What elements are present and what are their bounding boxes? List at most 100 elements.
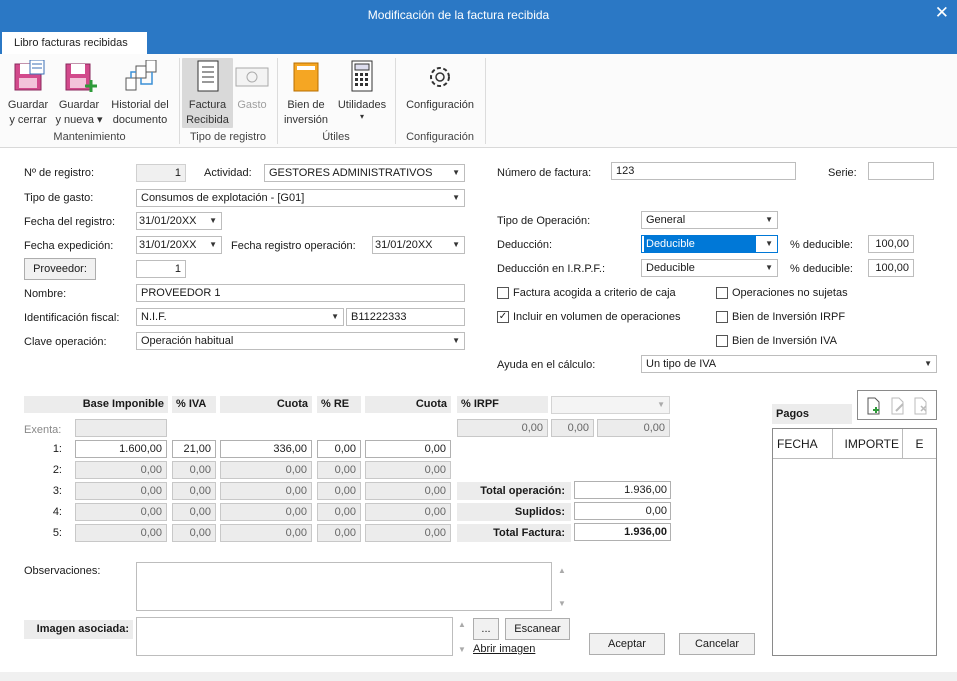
cell-iva[interactable]: 0,00 <box>172 503 216 521</box>
save-close-button[interactable]: Guardar y cerrar <box>4 58 52 128</box>
irpf-pct-field[interactable]: 0,00 <box>551 419 594 437</box>
delete-document-icon[interactable] <box>913 397 929 415</box>
deduccion-select[interactable]: Deducible ▼ <box>641 235 778 253</box>
deduccion-irpf-pct-field[interactable]: 100,00 <box>868 259 914 277</box>
irpf-base-field[interactable]: 0,00 <box>457 419 548 437</box>
no-sujetas-checkbox[interactable] <box>716 287 728 299</box>
deduccion-pct-field[interactable]: 100,00 <box>868 235 914 253</box>
nombre-field[interactable]: PROVEEDOR 1 <box>136 284 465 302</box>
new-document-icon[interactable] <box>866 397 882 415</box>
suplidos-field[interactable]: 0,00 <box>574 502 671 520</box>
dropdown-arrow-icon: ▼ <box>331 312 339 321</box>
clave-operacion-select[interactable]: Operación habitual ▼ <box>136 332 465 350</box>
scroll-down-icon[interactable]: ▼ <box>458 645 466 654</box>
fecha-expedicion-field[interactable]: 31/01/20XX ▼ <box>136 236 222 254</box>
total-factura-label: Total Factura: <box>457 524 571 542</box>
cell-cuota[interactable]: 0,00 <box>220 524 312 542</box>
incluir-volumen-label: Incluir en volumen de operaciones <box>513 311 681 323</box>
pagos-col-importe[interactable]: IMPORTE <box>833 429 903 459</box>
invoice-icon <box>197 60 218 92</box>
cell-re[interactable]: 0,00 <box>317 524 361 542</box>
total-operacion-field[interactable]: 1.936,00 <box>574 481 671 499</box>
utilidades-button[interactable]: Utilidades ▾ <box>334 58 390 121</box>
scroll-up-icon[interactable]: ▲ <box>558 566 566 575</box>
history-button[interactable]: Historial del documento <box>106 58 174 128</box>
bien-iva-checkbox[interactable] <box>716 335 728 347</box>
scroll-down-icon[interactable]: ▼ <box>558 599 566 608</box>
bien-inversion-button[interactable]: Bien de inversión <box>282 58 330 128</box>
cell-re[interactable]: 0,00 <box>317 461 361 479</box>
proveedor-button[interactable]: Proveedor: <box>24 258 96 280</box>
browse-button[interactable]: ... <box>473 618 499 640</box>
fecha-registro-field[interactable]: 31/01/20XX ▼ <box>136 212 222 230</box>
status-strip <box>0 672 957 681</box>
tipo-operacion-select[interactable]: General ▼ <box>641 211 778 229</box>
cell-cuota-re[interactable]: 0,00 <box>365 503 451 521</box>
bien-irpf-checkbox[interactable] <box>716 311 728 323</box>
observaciones-field[interactable] <box>136 562 552 611</box>
imagen-scrollbar[interactable]: ▲ ▼ <box>454 617 470 656</box>
escanear-button[interactable]: Escanear <box>505 618 570 640</box>
proveedor-field[interactable]: 1 <box>136 260 186 278</box>
pagos-table[interactable]: FECHA IMPORTE E <box>772 428 937 656</box>
exenta-field[interactable] <box>75 419 167 437</box>
deduccion-irpf-select[interactable]: Deducible ▼ <box>641 259 778 277</box>
cell-cuota[interactable]: 0,00 <box>220 461 312 479</box>
cell-cuota-re[interactable]: 0,00 <box>365 524 451 542</box>
cell-iva[interactable]: 21,00 <box>172 440 216 458</box>
cell-iva[interactable]: 0,00 <box>172 524 216 542</box>
tab-libro-facturas[interactable]: Libro facturas recibidas <box>2 32 147 54</box>
criterio-caja-label: Factura acogida a criterio de caja <box>513 287 676 299</box>
fecha-registro-operacion-field[interactable]: 31/01/20XX ▼ <box>372 236 465 254</box>
cell-iva[interactable]: 0,00 <box>172 461 216 479</box>
incluir-volumen-checkbox[interactable]: ✓ <box>497 311 509 323</box>
cell-re[interactable]: 0,00 <box>317 482 361 500</box>
header-base: Base Imponible <box>24 396 168 413</box>
pagos-col-e[interactable]: E <box>903 429 936 459</box>
cell-iva[interactable]: 0,00 <box>172 482 216 500</box>
dropdown-arrow-icon: ▼ <box>209 240 217 249</box>
scroll-up-icon[interactable]: ▲ <box>458 620 466 629</box>
factura-recibida-button[interactable]: Factura Recibida <box>182 58 233 128</box>
cell-cuota-re[interactable]: 0,00 <box>365 461 451 479</box>
actividad-select[interactable]: GESTORES ADMINISTRATIVOS ▼ <box>264 164 465 182</box>
irpf-select[interactable]: ▼ <box>551 396 670 414</box>
total-factura-field[interactable]: 1.936,00 <box>574 523 671 541</box>
cell-re[interactable]: 0,00 <box>317 440 361 458</box>
cell-cuota[interactable]: 0,00 <box>220 482 312 500</box>
cell-cuota-re[interactable]: 0,00 <box>365 482 451 500</box>
serie-field[interactable] <box>868 162 934 180</box>
imagen-field[interactable] <box>136 617 453 656</box>
cell-cuota[interactable]: 336,00 <box>220 440 312 458</box>
cell-cuota-re[interactable]: 0,00 <box>365 440 451 458</box>
cell-base[interactable]: 0,00 <box>75 461 167 479</box>
actividad-value: GESTORES ADMINISTRATIVOS <box>269 167 433 179</box>
gasto-button[interactable]: Gasto <box>234 58 270 113</box>
configuracion-button[interactable]: Configuración <box>400 58 480 113</box>
criterio-caja-checkbox[interactable] <box>497 287 509 299</box>
cell-cuota[interactable]: 0,00 <box>220 503 312 521</box>
cell-base[interactable]: 0,00 <box>75 524 167 542</box>
edit-document-icon[interactable] <box>890 397 906 415</box>
dropdown-arrow-icon: ▼ <box>924 359 932 368</box>
aceptar-button[interactable]: Aceptar <box>589 633 665 655</box>
abrir-imagen-link[interactable]: Abrir imagen <box>473 643 535 655</box>
numero-factura-field[interactable]: 123 <box>611 162 796 180</box>
cell-re[interactable]: 0,00 <box>317 503 361 521</box>
pagos-col-fecha[interactable]: FECHA <box>773 429 833 459</box>
ayuda-calculo-select[interactable]: Un tipo de IVA ▼ <box>641 355 937 373</box>
cancelar-button[interactable]: Cancelar <box>679 633 755 655</box>
irpf-cuota-field[interactable]: 0,00 <box>597 419 670 437</box>
identificacion-type-select[interactable]: N.I.F. ▼ <box>136 308 344 326</box>
tipo-gasto-select[interactable]: Consumos de explotación - [G01] ▼ <box>136 189 465 207</box>
save-new-button[interactable]: Guardar y nueva ▾ <box>55 58 103 128</box>
cell-base[interactable]: 0,00 <box>75 503 167 521</box>
identificacion-field[interactable]: B11222333 <box>346 308 465 326</box>
clave-operacion-value: Operación habitual <box>141 335 234 347</box>
cell-base[interactable]: 0,00 <box>75 482 167 500</box>
observaciones-scrollbar[interactable]: ▲ ▼ <box>554 562 570 611</box>
cell-base[interactable]: 1.600,00 <box>75 440 167 458</box>
identificacion-label: Identificación fiscal: <box>24 312 120 324</box>
n-registro-field[interactable]: 1 <box>136 164 186 182</box>
close-icon[interactable]: ✕ <box>935 3 949 23</box>
